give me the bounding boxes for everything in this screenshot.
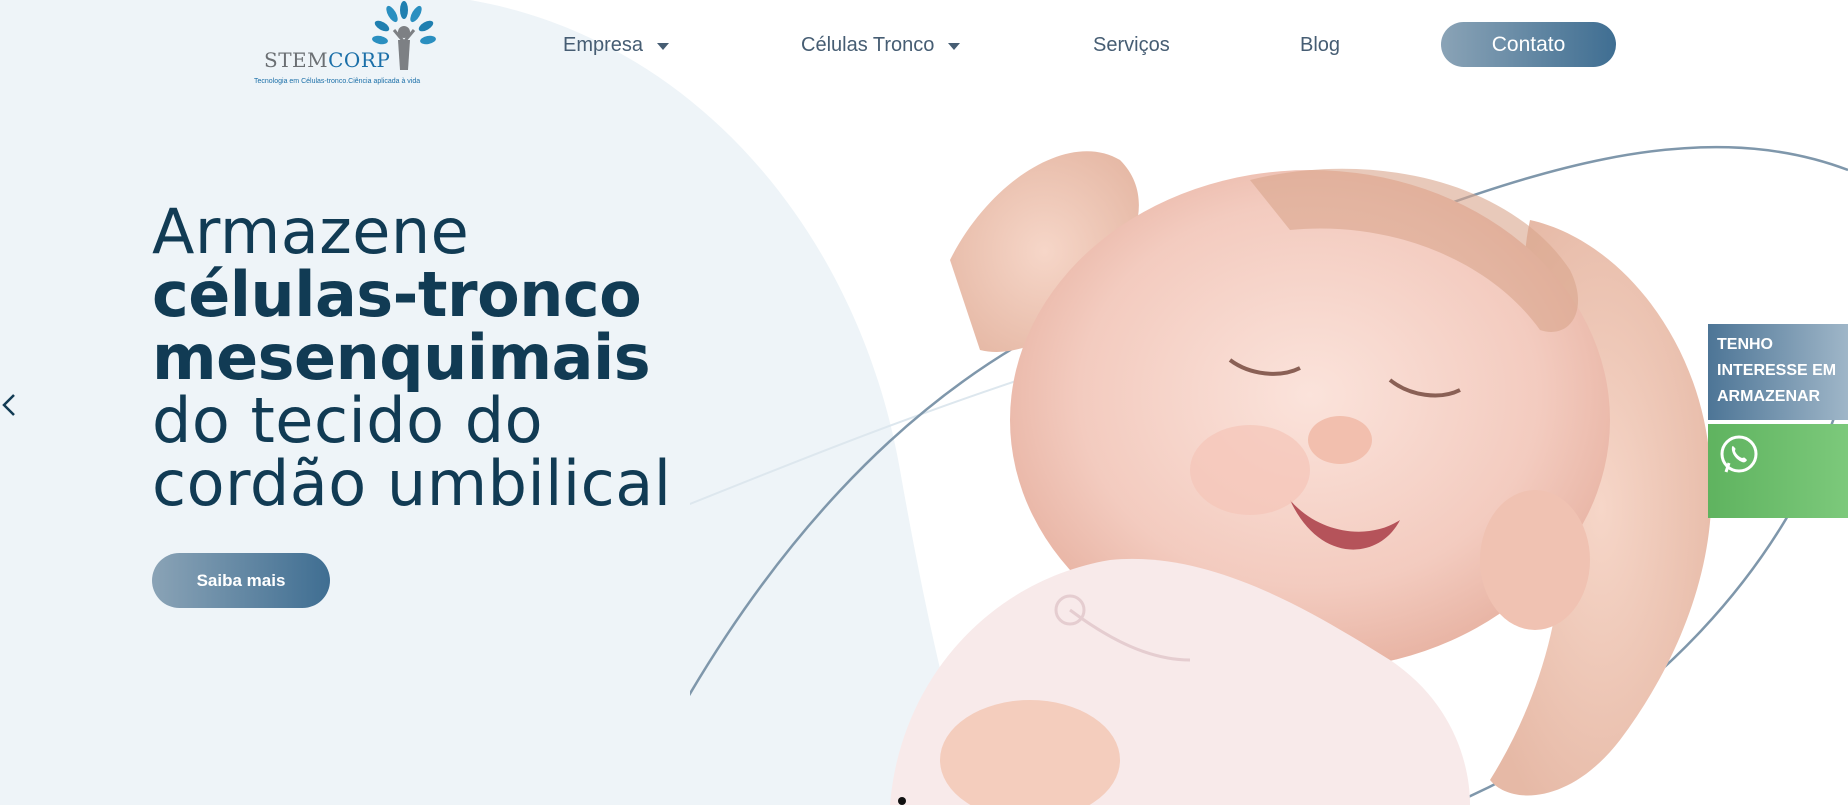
logo-word-stem: Stem [264, 48, 329, 72]
whatsapp-icon [1720, 435, 1758, 473]
nav-item-servicos[interactable]: Serviços [1093, 34, 1170, 57]
caret-down-icon [657, 43, 670, 50]
hero-line-3: mesenquimais [152, 321, 651, 394]
logo-tagline: Tecnologia em Células-tronco.Ciência apl… [254, 78, 421, 85]
logo-wordmark: StemCorp [264, 48, 390, 72]
nav-item-label: Células Tronco [801, 34, 935, 56]
nav-item-celulas-tronco[interactable]: Células Tronco [801, 34, 961, 57]
hero-line-5: cordão umbilical [152, 447, 672, 520]
caret-down-icon [948, 43, 961, 50]
chevron-left-icon[interactable] [0, 390, 20, 420]
hero-line-1: Armazene [152, 195, 470, 268]
interest-line: TENHO [1717, 336, 1773, 353]
interest-line: ARMAZENAR [1717, 388, 1821, 405]
contato-button[interactable]: Contato [1441, 22, 1616, 67]
hero-line-2: células-tronco [152, 258, 642, 331]
nav-item-label: Empresa [563, 34, 644, 56]
nav-item-blog[interactable]: Blog [1300, 34, 1340, 57]
logo[interactable]: StemCorp Tecnologia em Células-tronco.Ci… [254, 0, 444, 92]
nav-item-label: Serviços [1093, 34, 1170, 56]
hero-line-4: do tecido do [152, 384, 544, 457]
whatsapp-button[interactable] [1708, 424, 1848, 518]
saiba-mais-button[interactable]: Saiba mais [152, 553, 330, 608]
site-header: StemCorp Tecnologia em Células-tronco.Ci… [0, 0, 1848, 100]
interest-widget[interactable]: TENHO INTERESSE EM ARMAZENAR [1708, 324, 1848, 420]
nav-item-label: Blog [1300, 34, 1341, 56]
baby-photo [690, 145, 1848, 805]
logo-word-corp: Corp [328, 48, 391, 72]
interest-line: INTERESSE EM [1717, 362, 1837, 379]
hero-heading: Armazene células-tronco mesenquimais do … [152, 200, 671, 515]
carousel-dot[interactable] [898, 797, 906, 805]
nav-item-empresa[interactable]: Empresa [563, 34, 670, 57]
